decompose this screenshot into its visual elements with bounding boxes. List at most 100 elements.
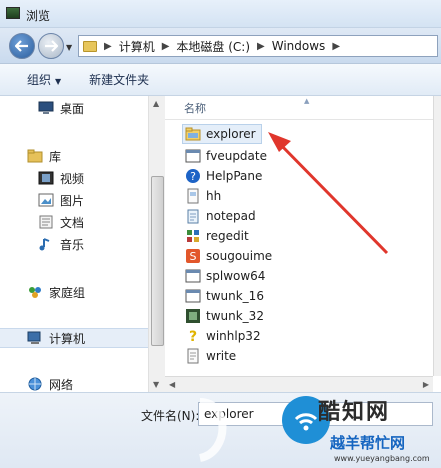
file-name: explorer [206,127,256,141]
computer-icon [27,331,41,344]
file-name: hh [206,189,222,203]
sidebar-item-label: 图片 [60,193,85,208]
file-name: twunk_16 [206,289,264,303]
file-name: notepad [206,209,256,223]
new-folder-button[interactable]: 新建文件夹 [89,71,149,88]
app-window-icon [185,149,201,163]
file-name: write [206,349,237,363]
file-name: splwow64 [206,269,266,283]
sort-ascending-icon: ▲ [304,97,310,105]
filename-bar: 文件名(N): [0,392,441,468]
list-item[interactable]: fveupdate [165,146,433,166]
back-button[interactable] [9,33,35,59]
file-list: 名称 ▲ explorer fveupdate ? HelpPane hh no… [165,96,433,376]
explorer-folder-icon [185,127,201,141]
command-toolbar: 组织 ▼ 新建文件夹 [0,64,441,96]
window-title: 浏览 [26,9,51,23]
sidebar-item-desktop[interactable]: 桌面 [0,98,148,118]
caret-down-icon: ▼ [55,77,62,86]
organize-button[interactable]: 组织 ▼ [27,71,61,88]
chevron-right-icon[interactable]: ▶ [162,41,170,52]
library-icon [27,149,43,163]
sidebar-item-homegroup[interactable]: 家庭组 [0,282,148,302]
twunk-icon [186,309,200,323]
sidebar-scrollbar[interactable]: ▲ ▼ [148,96,165,392]
arrow-left-icon [15,40,28,52]
horizontal-scrollbar[interactable]: ◀ ▶ [165,376,433,392]
desktop-icon [38,101,54,114]
network-icon [28,377,42,391]
svg-text:?: ? [189,329,197,344]
video-icon [38,171,54,185]
list-item[interactable]: notepad [165,206,433,226]
document-icon [39,215,53,229]
sidebar-item-label: 库 [49,149,62,164]
organize-label: 组织 [27,73,52,87]
svg-text:S: S [190,250,197,263]
filename-input[interactable] [198,402,433,426]
file-list-scrollbar[interactable] [433,96,441,376]
scroll-right-icon[interactable]: ▶ [423,380,429,389]
sidebar-item-label: 网络 [49,377,74,392]
file-name: twunk_32 [206,309,264,323]
sidebar-item-documents[interactable]: 文档 [0,212,148,232]
homegroup-icon [29,287,41,298]
app-window-icon [185,269,201,283]
write-icon [187,348,199,364]
music-icon [39,238,50,251]
winhelp-icon: ? [189,329,197,344]
address-bar[interactable]: ▶ 计算机 ▶ 本地磁盘 (C:) ▶ Windows ▶ [78,35,438,57]
list-item[interactable]: hh [165,186,433,206]
column-header-name[interactable]: 名称 ▲ [165,96,433,120]
file-name: regedit [206,229,249,243]
filename-label: 文件名(N): [141,409,200,423]
notepad-icon [187,209,199,224]
sidebar-item-library[interactable]: 库 [0,146,148,166]
sidebar-item-music[interactable]: 音乐 [0,234,148,254]
sidebar-item-computer[interactable]: 计算机 [0,328,148,348]
sidebar-item-label: 视频 [60,171,85,186]
recent-pages-dropdown[interactable]: ▼ [66,43,72,52]
sidebar-item-network[interactable]: 网络 [0,374,148,392]
sidebar-item-label: 计算机 [49,331,86,346]
svg-text:?: ? [190,170,196,183]
file-name: HelpPane [206,169,263,183]
chevron-right-icon[interactable]: ▶ [104,41,112,52]
arrow-right-icon [45,40,58,52]
picture-icon [38,193,54,207]
title-bar: 浏览 [0,0,441,28]
help-icon: ? [186,169,200,183]
chevron-right-icon[interactable]: ▶ [332,41,340,52]
forward-button[interactable] [38,33,64,59]
sidebar-item-videos[interactable]: 视频 [0,168,148,188]
list-item[interactable]: regedit [165,226,433,246]
file-name: sougouime [206,249,273,263]
scroll-left-icon[interactable]: ◀ [169,380,175,389]
column-name-label: 名称 [184,101,206,115]
list-item[interactable]: ? winhlp32 [165,326,433,346]
sougou-icon: S [186,249,200,263]
list-item[interactable]: ? HelpPane [165,166,433,186]
list-item[interactable]: twunk_32 [165,306,433,326]
scroll-up-icon[interactable]: ▲ [153,99,159,108]
list-item[interactable]: twunk_16 [165,286,433,306]
breadcrumb-computer[interactable]: 计算机 [119,38,155,55]
sidebar-item-label: 家庭组 [49,285,86,300]
regedit-icon [187,230,199,242]
folder-icon [83,40,97,52]
chevron-right-icon[interactable]: ▶ [257,41,265,52]
navigation-pane: 桌面 库 视频 图片 文档 音乐 家庭组 计算机 网络 [0,96,148,392]
list-item[interactable]: write [165,346,433,366]
list-item[interactable]: explorer [182,124,262,144]
sidebar-item-pictures[interactable]: 图片 [0,190,148,210]
app-window-icon [185,289,201,303]
breadcrumb-windows[interactable]: Windows [272,39,326,53]
list-item[interactable]: splwow64 [165,266,433,286]
file-name: fveupdate [206,149,267,163]
scroll-down-icon[interactable]: ▼ [153,380,159,389]
breadcrumb-local-disk[interactable]: 本地磁盘 (C:) [176,38,250,55]
list-item[interactable]: S sougouime [165,246,433,266]
sidebar-item-label: 文档 [60,215,85,230]
sidebar-item-label: 音乐 [60,237,85,252]
scrollbar-thumb[interactable] [151,176,164,346]
